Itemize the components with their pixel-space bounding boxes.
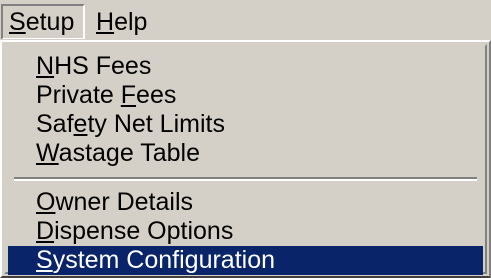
menu-separator [14,177,477,181]
menu-bar: Setup Help [0,0,491,44]
menu-item-owner-details[interactable]: Owner Details [8,188,483,217]
menu-item-label: System Configuration [36,246,276,274]
menu-item-label: Private Fees [36,81,177,109]
menu-item-label: Safety Net Limits [36,110,225,138]
menu-help-label: Help [96,8,148,36]
menu-item-safety-net-limits[interactable]: Safety Net Limits [8,110,483,139]
menu-item-wastage-table[interactable]: Wastage Table [8,139,483,168]
menu-item-label: NHS Fees [36,52,152,80]
menu-item-system-configuration[interactable]: System Configuration [8,246,483,275]
menu-item-dispense-options[interactable]: Dispense Options [8,217,483,246]
menu-item-label: Owner Details [36,188,194,216]
menu-setup[interactable]: Setup [1,4,85,40]
menu-setup-label: Setup [9,8,75,36]
menu-item-label: Wastage Table [36,139,200,167]
menu-item-nhs-fees[interactable]: NHS Fees [8,52,483,81]
menu-item-private-fees[interactable]: Private Fees [8,81,483,110]
setup-dropdown-menu: NHS Fees Private Fees Safety Net Limits … [0,39,491,278]
menu-item-label: Dispense Options [36,217,234,245]
menu-help[interactable]: Help [90,4,153,40]
